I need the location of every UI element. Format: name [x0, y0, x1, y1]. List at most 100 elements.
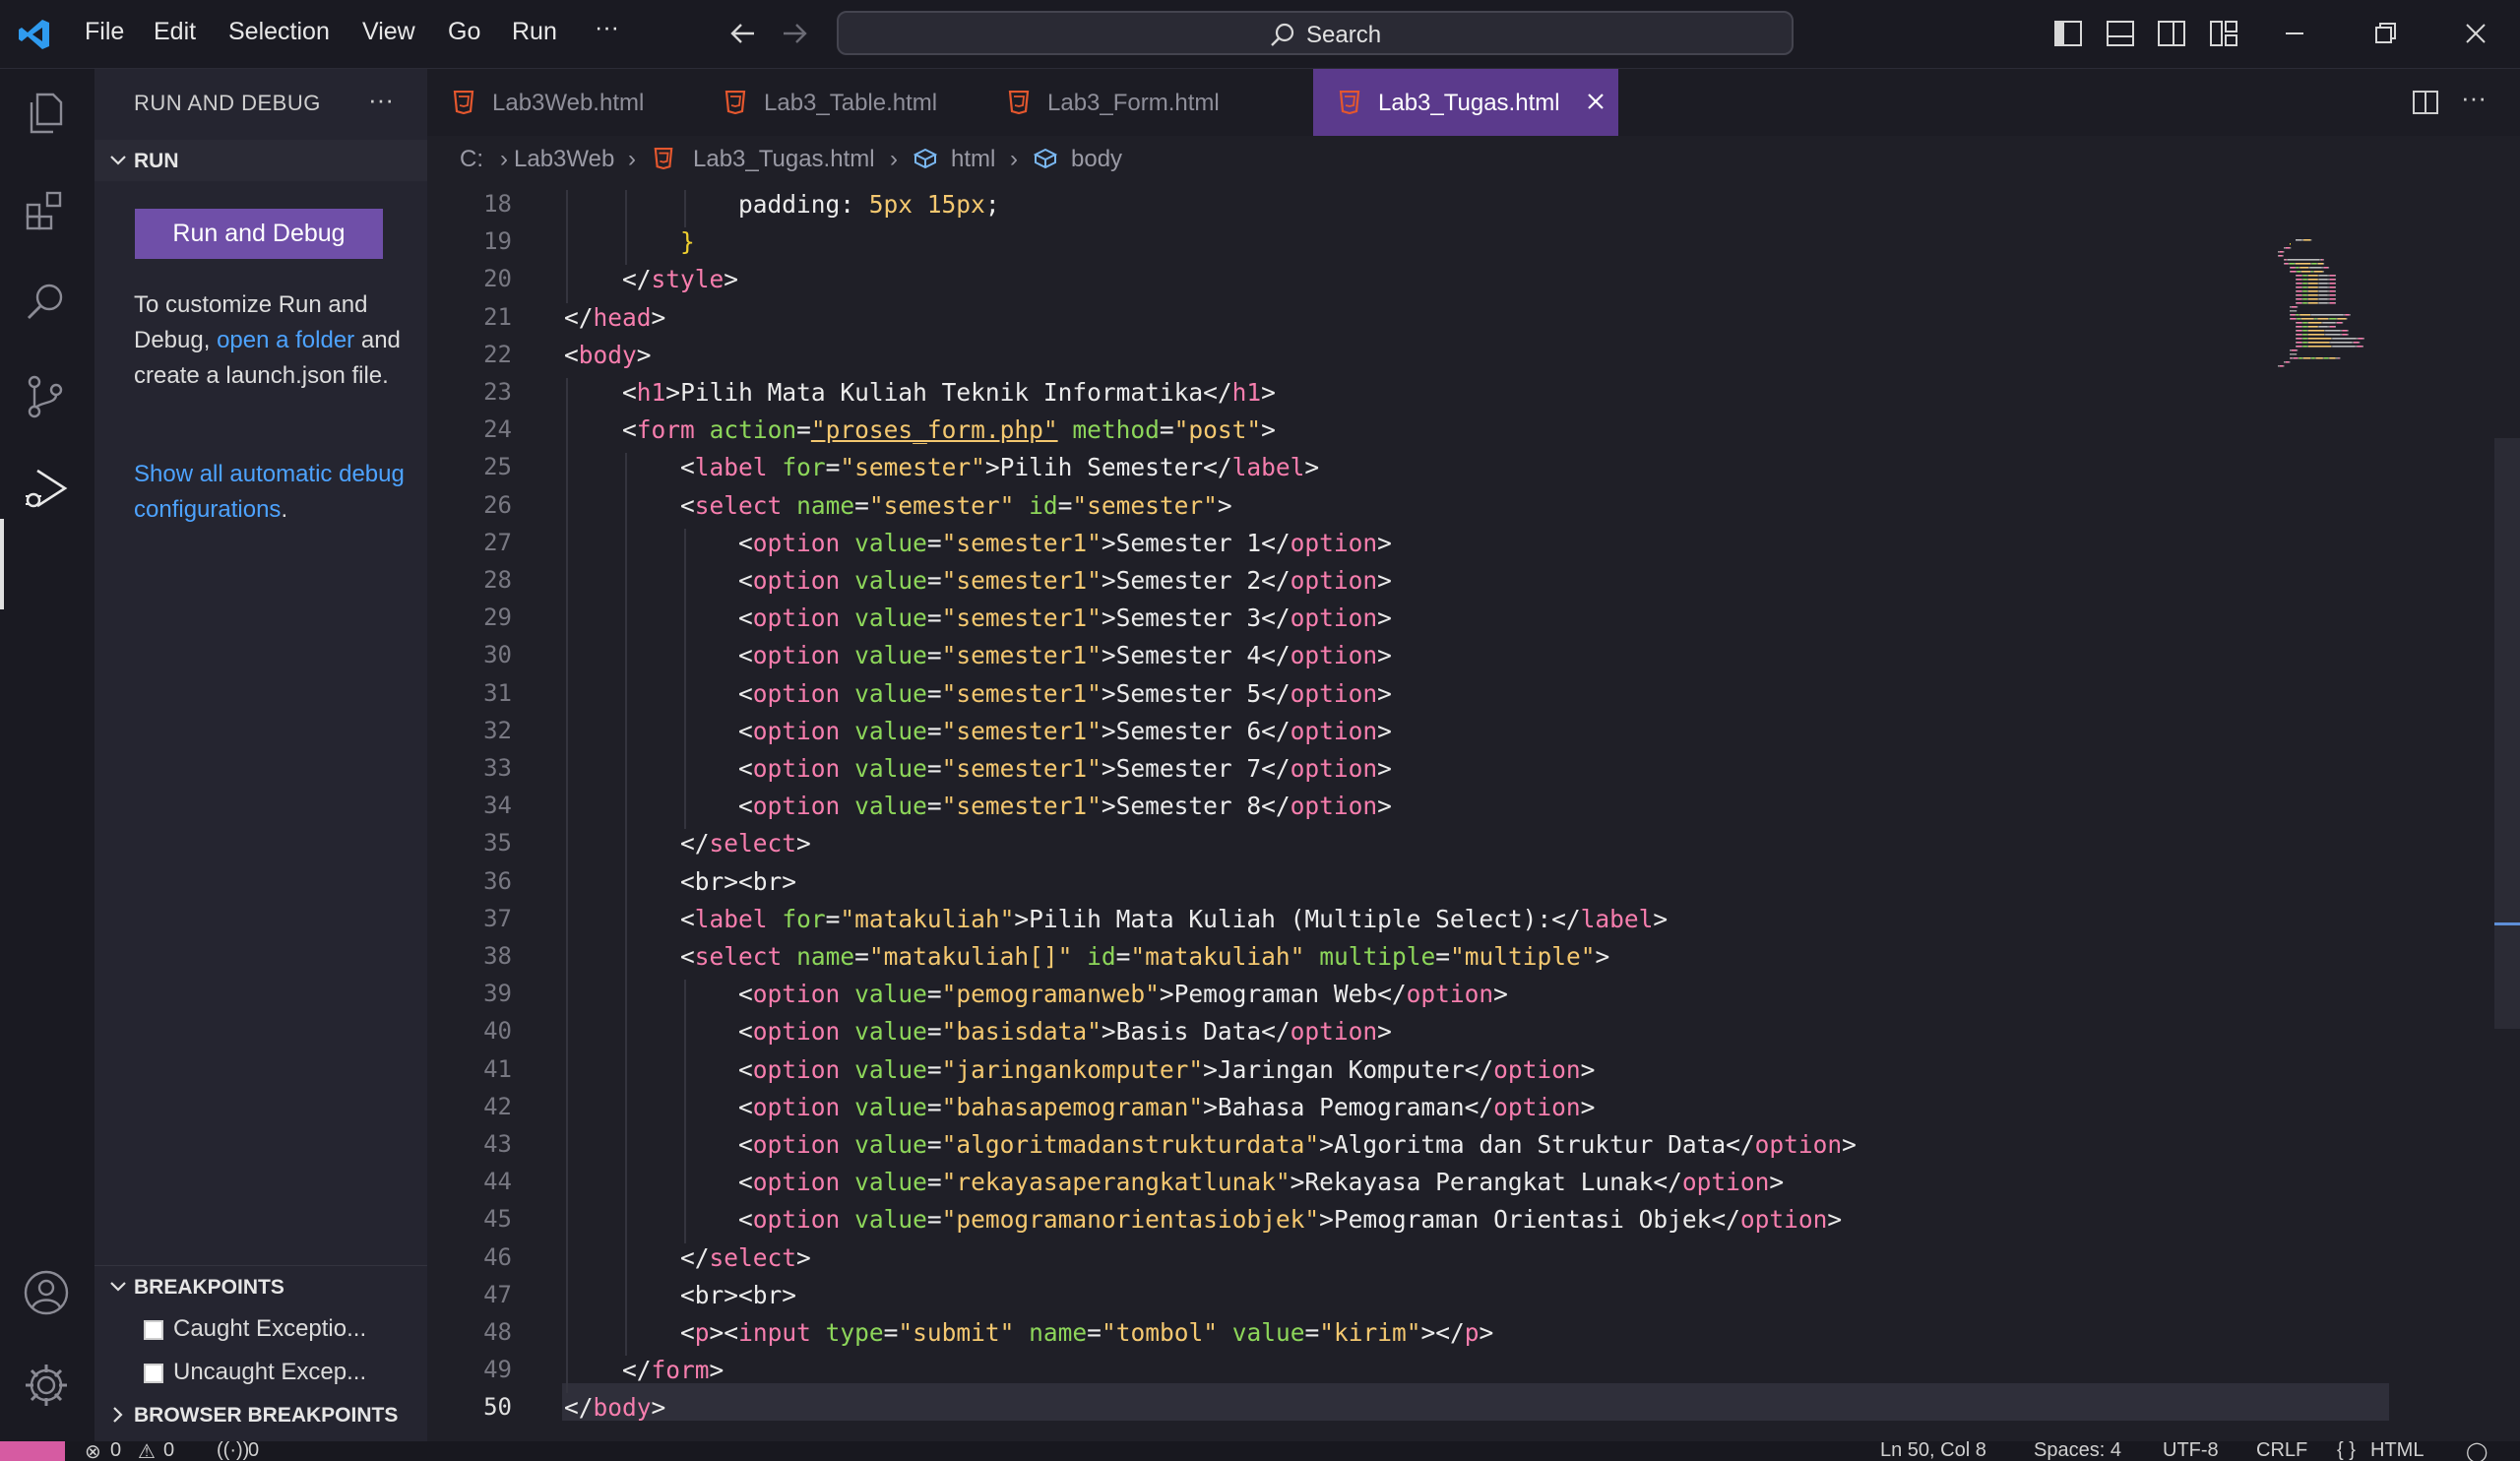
toggle-panel-icon[interactable]	[2106, 19, 2135, 48]
code-line[interactable]: </head>	[564, 303, 665, 332]
code-line[interactable]: <option value="semester1">Semester 6</op…	[564, 717, 1392, 745]
code-line[interactable]: </style>	[564, 265, 738, 293]
source-control-icon[interactable]	[22, 372, 71, 421]
browser-breakpoints-section-header[interactable]: BROWSER BREAKPOINTS	[94, 1394, 427, 1435]
code-line[interactable]: </select>	[564, 1243, 811, 1272]
code-editor[interactable]: 18 19 20 21 22 23 24 25 26 27 28 29 30 31 32 33 34 35 36 37…	[427, 180, 2520, 1441]
vertical-scrollbar[interactable]	[2494, 180, 2520, 1441]
code-line[interactable]: <option value="semester1">Semester 5</op…	[564, 679, 1392, 708]
code-line[interactable]: <option value="semester1">Semester 8</op…	[564, 792, 1392, 820]
code-line[interactable]: <body>	[564, 341, 652, 369]
code-line[interactable]: <option value="semester1">Semester 1</op…	[564, 529, 1392, 557]
menu-edit[interactable]: Edit	[154, 18, 196, 46]
indentation[interactable]: Spaces: 4	[2034, 1441, 2121, 1461]
code-line[interactable]: <h1>Pilih Mata Kuliah Teknik Informatika…	[564, 378, 1276, 407]
open-folder-link[interactable]: open a folder	[217, 327, 354, 353]
code-line[interactable]: <select name="semester" id="semester">	[564, 491, 1232, 520]
code-line[interactable]: <option value="semester1">Semester 4</op…	[564, 641, 1392, 669]
code-line[interactable]: <option value="algoritmadanstrukturdata"…	[564, 1130, 1857, 1159]
code-line[interactable]: <p><input type="submit" name="tombol" va…	[564, 1318, 1493, 1347]
code-line[interactable]: <option value="semester1">Semester 2</op…	[564, 566, 1392, 595]
tab-lab3web[interactable]: Lab3Web.html	[427, 69, 699, 136]
code-line[interactable]: </select>	[564, 829, 811, 858]
code-line[interactable]: <option value="jaringankomputer">Jaringa…	[564, 1055, 1595, 1084]
minimize-icon[interactable]	[2280, 19, 2309, 48]
tab-lab3-tugas[interactable]: Lab3_Tugas.html	[1313, 69, 1618, 136]
warning-icon[interactable]: ⚠	[138, 1441, 156, 1461]
run-section-header[interactable]: RUN	[94, 140, 427, 181]
manage-gear-icon[interactable]	[22, 1361, 71, 1410]
notifications-bell-icon[interactable]: ◯	[2466, 1441, 2488, 1461]
code-line[interactable]: </form>	[564, 1356, 724, 1384]
code-line[interactable]: }	[564, 227, 695, 256]
breadcrumb-drive[interactable]: C:	[460, 146, 483, 173]
minimap-token	[2284, 361, 2286, 363]
minimap-token	[2317, 298, 2319, 300]
breadcrumb-folder[interactable]: Lab3Web	[514, 146, 614, 173]
customize-layout-icon[interactable]	[2209, 19, 2238, 48]
ports-count[interactable]: 0	[248, 1441, 259, 1461]
menu-selection[interactable]: Selection	[228, 18, 330, 46]
editor-more-actions-button[interactable]: ···	[2461, 83, 2487, 113]
cursor-position[interactable]: Ln 50, Col 8	[1880, 1441, 1986, 1461]
toggle-primary-sidebar-icon[interactable]	[2053, 19, 2083, 48]
menu-view[interactable]: View	[362, 18, 415, 46]
menu-go[interactable]: Go	[448, 18, 480, 46]
show-debug-configurations-link[interactable]: Show all automatic debug configurations	[134, 461, 405, 523]
code-line[interactable]: <option value="semester1">Semester 7</op…	[564, 754, 1392, 783]
extensions-icon[interactable]	[22, 185, 71, 234]
close-tab-icon[interactable]	[1585, 91, 1606, 112]
tab-lab3-form[interactable]: Lab3_Form.html	[982, 69, 1278, 136]
ports-icon[interactable]: ((·))	[217, 1441, 249, 1461]
code-line[interactable]: <option value="pemogramanweb">Pemograman…	[564, 980, 1508, 1008]
minimap[interactable]	[2258, 180, 2504, 446]
braces-icon[interactable]: { }	[2337, 1441, 2356, 1461]
scrollbar-thumb[interactable]	[2494, 438, 2520, 1029]
end-of-line[interactable]: CRLF	[2256, 1441, 2307, 1461]
run-and-debug-icon[interactable]	[22, 463, 73, 514]
code-line[interactable]: <label for="semester">Pilih Semester</la…	[564, 453, 1319, 481]
errors-count[interactable]: 0	[110, 1441, 121, 1461]
menu-more-button[interactable]: ···	[595, 14, 619, 42]
code-line[interactable]: padding: 5px 15px;	[564, 190, 1000, 219]
sidebar-more-button[interactable]: ···	[368, 85, 394, 115]
breadcrumb-body[interactable]: body	[1071, 146, 1122, 173]
error-icon[interactable]: ⊗	[85, 1441, 101, 1461]
breakpoint-caught-exceptions[interactable]: Caught Exceptio...	[144, 1315, 366, 1343]
code-line[interactable]: <option value="basisdata">Basis Data</op…	[564, 1017, 1392, 1046]
checkbox[interactable]	[144, 1320, 163, 1340]
code-line[interactable]: <option value="bahasapemograman">Bahasa …	[564, 1093, 1595, 1121]
toggle-secondary-sidebar-icon[interactable]	[2157, 19, 2186, 48]
restore-icon[interactable]	[2370, 19, 2400, 48]
code-line[interactable]: <form action="proses_form.php" method="p…	[564, 415, 1276, 444]
accounts-icon[interactable]	[22, 1268, 71, 1317]
code-line[interactable]: <option value="rekayasaperangkatlunak">R…	[564, 1168, 1784, 1196]
code-line[interactable]: <select name="matakuliah[]" id="matakuli…	[564, 942, 1609, 971]
command-center-search[interactable]: Search	[837, 11, 1794, 55]
search-view-icon[interactable]	[22, 278, 71, 327]
back-arrow-icon[interactable]	[728, 19, 758, 48]
code-line[interactable]: <br><br>	[564, 867, 796, 896]
code-line[interactable]: <br><br>	[564, 1281, 796, 1309]
encoding[interactable]: UTF-8	[2163, 1441, 2219, 1461]
checkbox[interactable]	[144, 1364, 163, 1383]
menu-file[interactable]: File	[85, 18, 124, 46]
close-window-icon[interactable]	[2461, 19, 2490, 48]
explorer-icon[interactable]	[22, 89, 71, 138]
code-line[interactable]: </body>	[564, 1393, 665, 1422]
breakpoint-uncaught-exceptions[interactable]: Uncaught Excep...	[144, 1359, 366, 1386]
code-line[interactable]: <option value="semester1">Semester 3</op…	[564, 603, 1392, 632]
breakpoints-section-header[interactable]: BREAKPOINTS	[94, 1265, 427, 1307]
breadcrumb-file[interactable]: Lab3_Tugas.html	[693, 146, 875, 173]
forward-arrow-icon[interactable]	[780, 19, 809, 48]
remote-indicator[interactable]	[0, 1441, 65, 1461]
code-line[interactable]: <label for="matakuliah">Pilih Mata Kulia…	[564, 905, 1668, 933]
warnings-count[interactable]: 0	[163, 1441, 174, 1461]
language-mode[interactable]: HTML	[2370, 1441, 2424, 1461]
tab-lab3-table[interactable]: Lab3_Table.html	[699, 69, 982, 136]
split-editor-icon[interactable]	[2412, 89, 2439, 116]
code-line[interactable]: <option value="pemogramanorientasiobjek"…	[564, 1205, 1842, 1234]
run-and-debug-button[interactable]: Run and Debug	[135, 209, 383, 259]
breadcrumb-html[interactable]: html	[951, 146, 995, 173]
menu-run[interactable]: Run	[512, 18, 557, 46]
